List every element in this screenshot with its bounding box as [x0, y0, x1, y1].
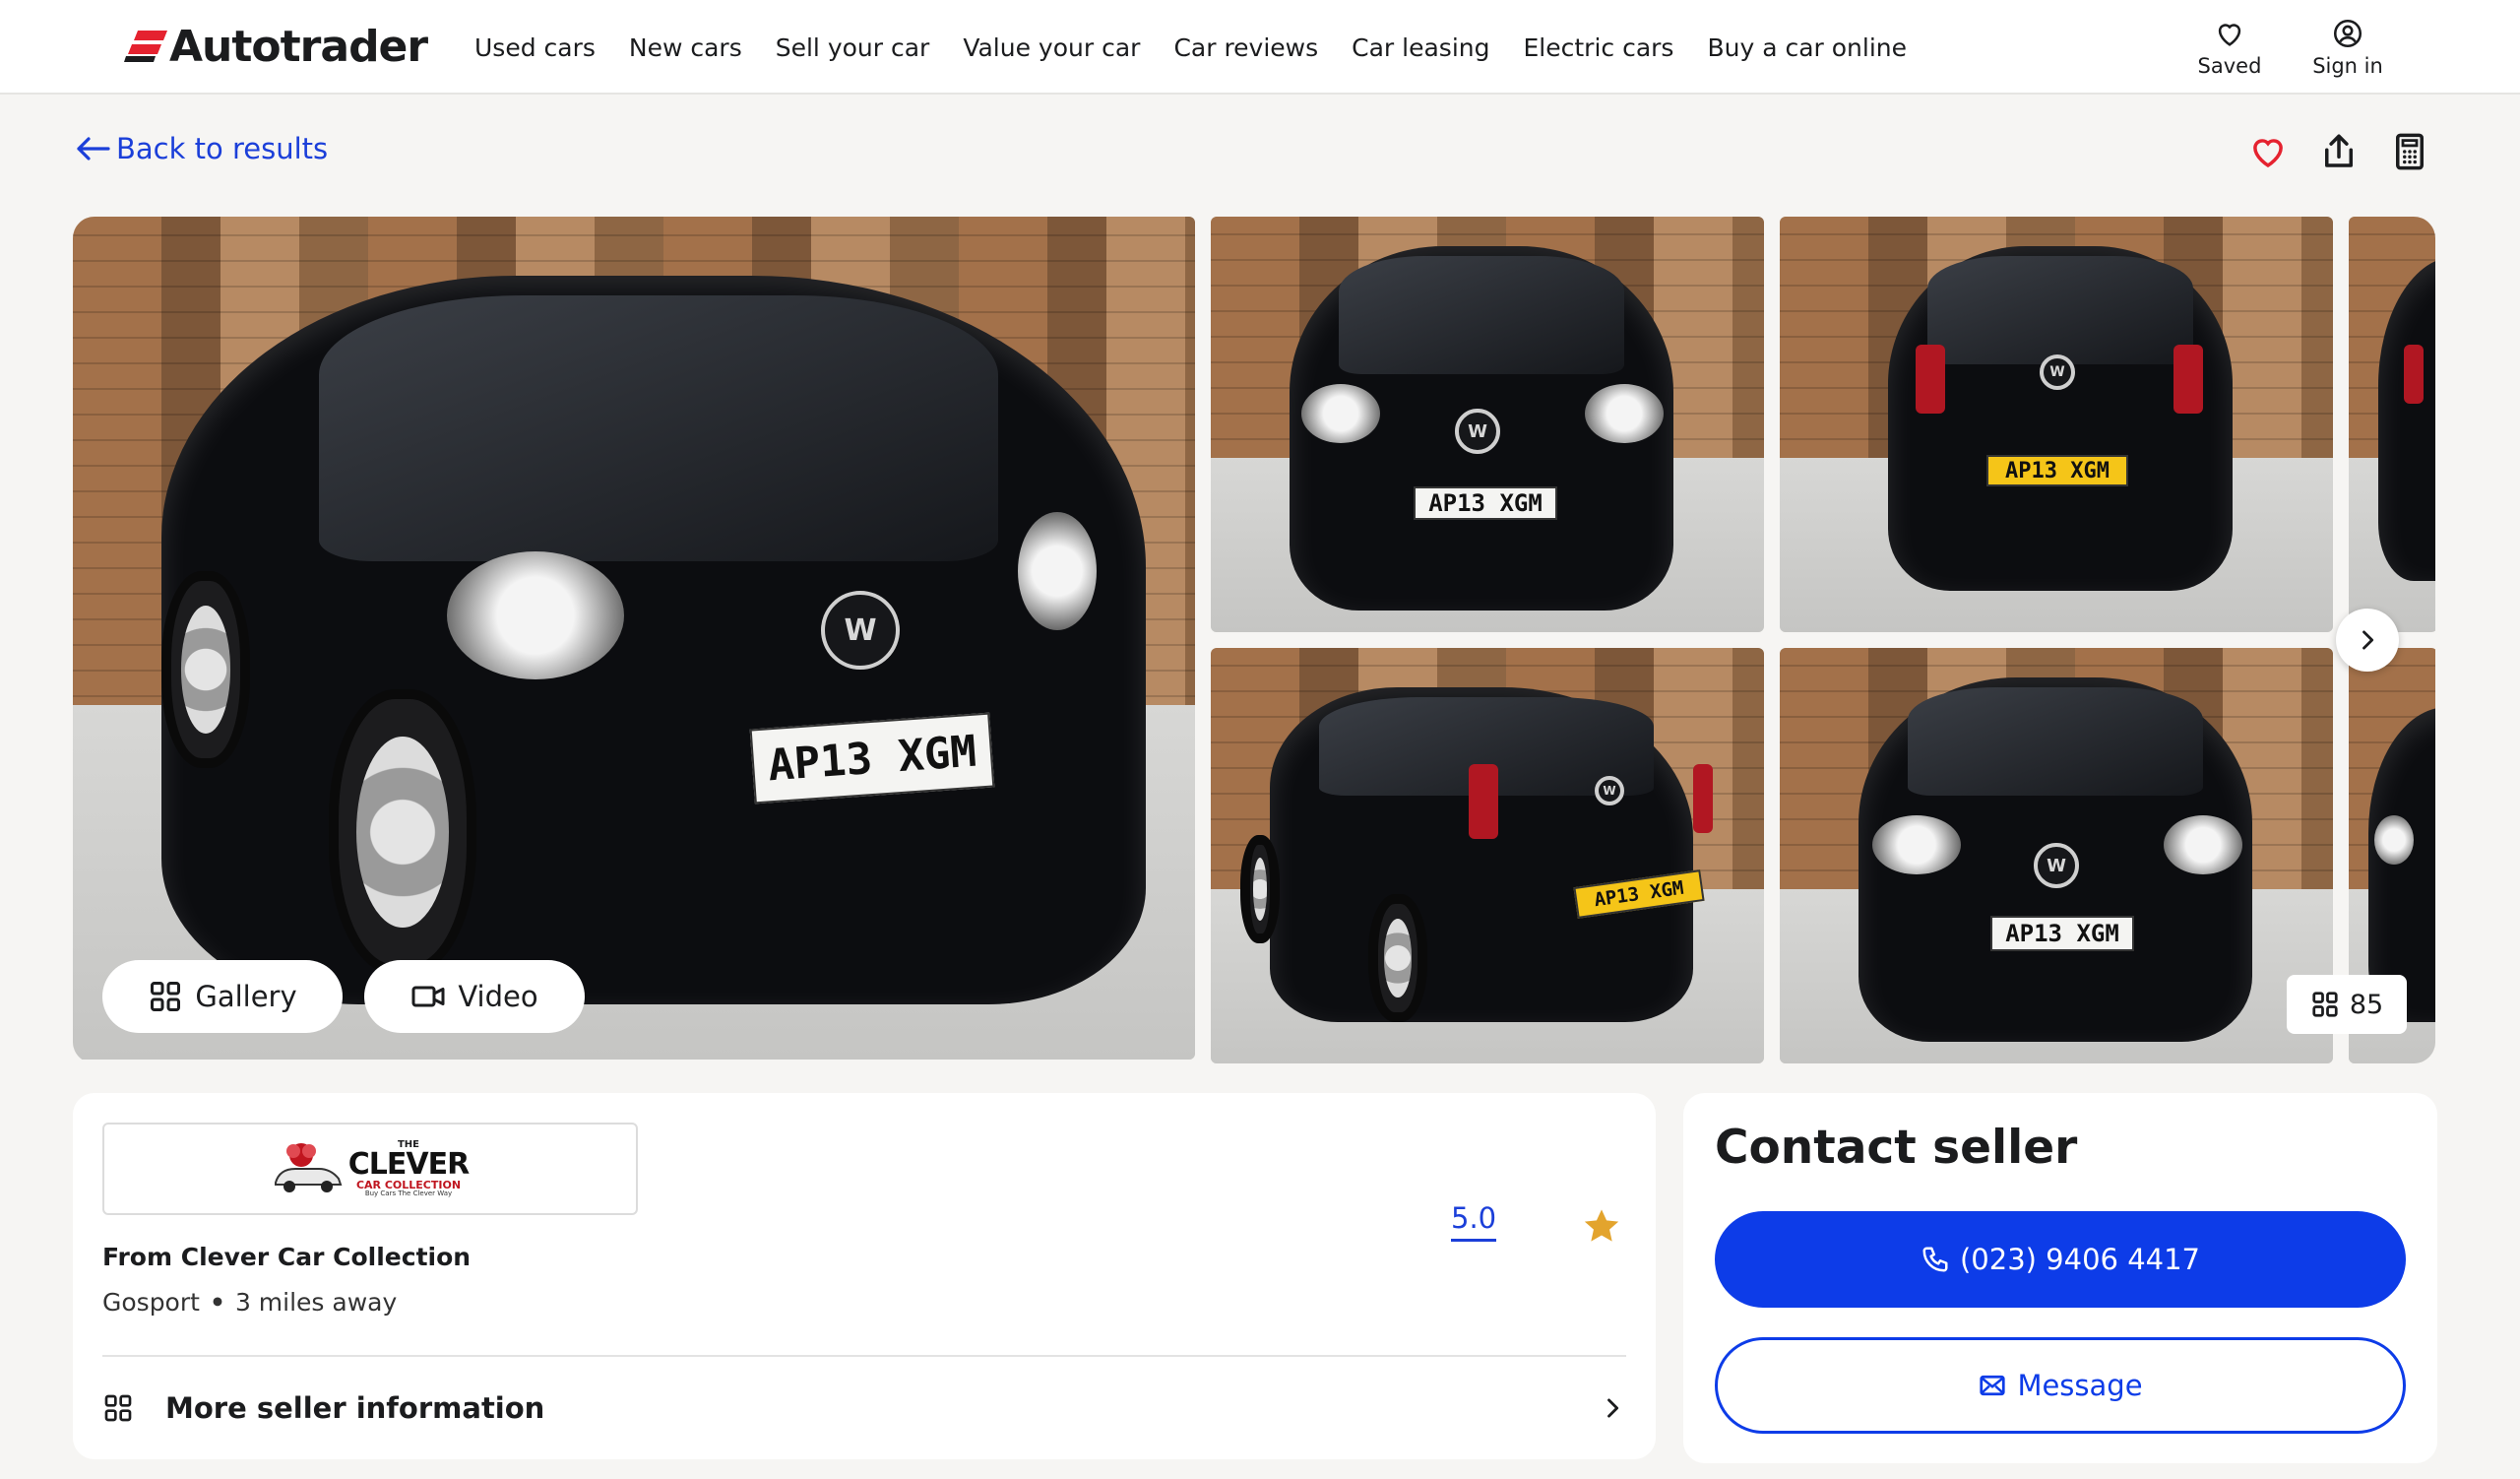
call-seller-button[interactable]: (023) 9406 4417 — [1715, 1211, 2406, 1308]
number-plate-front: AP13 XGM — [1414, 486, 1557, 520]
autotrader-logo-mark-icon — [124, 31, 167, 62]
vw-badge-icon: W — [1455, 409, 1500, 454]
more-seller-information-button[interactable]: More seller information — [102, 1361, 1626, 1455]
phone-number: (023) 9406 4417 — [1959, 1243, 2201, 1276]
phone-icon — [1922, 1247, 1948, 1272]
calculator-icon — [2396, 133, 2424, 170]
photo-count: 85 — [2349, 989, 2384, 1020]
message-seller-button[interactable]: Message — [1715, 1337, 2406, 1434]
seller-name: From Clever Car Collection — [102, 1243, 472, 1271]
back-to-results-label: Back to results — [116, 132, 329, 165]
video-camera-icon — [411, 986, 445, 1007]
seller-distance: 3 miles away — [234, 1288, 398, 1317]
share-button[interactable] — [2315, 128, 2362, 175]
chevron-right-icon — [2362, 630, 2374, 650]
number-plate-front: AP13 XGM — [1990, 916, 2134, 951]
vw-badge-icon: W — [2034, 843, 2079, 888]
gallery-button[interactable]: Gallery — [102, 960, 343, 1033]
heart-icon — [2253, 139, 2283, 168]
main-nav: Used cars New cars Sell your car Value y… — [474, 33, 1940, 62]
vw-badge-icon: W — [821, 591, 900, 670]
more-seller-information-label: More seller information — [165, 1391, 545, 1425]
message-label: Message — [2017, 1369, 2143, 1402]
main-vehicle-photo[interactable]: W AP13 XGM — [73, 217, 1195, 1060]
nav-car-leasing[interactable]: Car leasing — [1352, 33, 1489, 62]
sign-in-button[interactable]: Sign in — [2294, 10, 2402, 85]
user-circle-icon — [2333, 19, 2362, 48]
nav-used-cars[interactable]: Used cars — [474, 33, 596, 62]
vehicle-image-gallery: W AP13 XGM W AP13 XGM W AP13 XGM W AP13 … — [73, 217, 2435, 1063]
back-to-results-link[interactable]: Back to results — [75, 132, 328, 165]
divider — [102, 1355, 1626, 1357]
chevron-right-icon — [1607, 1398, 1619, 1418]
contact-seller-title: Contact seller — [1715, 1121, 2078, 1175]
nav-sell-your-car[interactable]: Sell your car — [776, 33, 930, 62]
grid-icon — [151, 982, 181, 1011]
thumbnail-front-high[interactable]: W AP13 XGM — [1780, 648, 2333, 1063]
seller-location: Gosport • 3 miles away — [102, 1288, 397, 1317]
top-navigation-bar: Autotrader Used cars New cars Sell your … — [0, 0, 2520, 95]
thumbnail-rear-side[interactable]: W AP13 XGM — [1211, 648, 1764, 1063]
vw-badge-icon: W — [1595, 776, 1624, 805]
nav-electric-cars[interactable]: Electric cars — [1524, 33, 1674, 62]
finance-calculator-button[interactable] — [2386, 128, 2433, 175]
saved-label: Saved — [2197, 54, 2262, 78]
seller-rating-link[interactable]: 5.0 — [1451, 1201, 1497, 1242]
heart-outline-icon — [2218, 24, 2241, 46]
seller-logo-line4: Buy Cars The Clever Way — [364, 1190, 453, 1197]
thumbnail-partial-top[interactable] — [2349, 217, 2435, 632]
envelope-icon — [1980, 1375, 2006, 1396]
vw-badge-icon: W — [2040, 354, 2075, 390]
nav-new-cars[interactable]: New cars — [629, 33, 742, 62]
seller-logo-line2: CLEVER — [347, 1147, 470, 1182]
arrow-left-icon — [77, 137, 110, 161]
separator-dot: • — [209, 1288, 225, 1317]
grid-icon — [104, 1394, 132, 1422]
video-button[interactable]: Video — [364, 960, 585, 1033]
sign-in-label: Sign in — [2312, 54, 2383, 78]
thumbnail-rear[interactable]: W AP13 XGM — [1780, 217, 2333, 632]
autotrader-logo-text: Autotrader — [169, 21, 428, 72]
gallery-label: Gallery — [195, 980, 297, 1013]
seller-town: Gosport — [102, 1288, 200, 1317]
seller-card: THE CLEVER CAR COLLECTION Buy Cars The C… — [73, 1093, 1656, 1459]
number-plate-rear: AP13 XGM — [1986, 455, 2128, 486]
share-icon — [2325, 134, 2353, 167]
saved-button[interactable]: Saved — [2175, 10, 2284, 85]
thumbnail-front[interactable]: W AP13 XGM — [1211, 217, 1764, 632]
nav-buy-a-car-online[interactable]: Buy a car online — [1707, 33, 1907, 62]
seller-logo-car-icon — [274, 1143, 343, 1192]
video-label: Video — [458, 980, 538, 1013]
gallery-next-button[interactable] — [2336, 609, 2399, 672]
nav-car-reviews[interactable]: Car reviews — [1173, 33, 1318, 62]
star-icon — [1584, 1209, 1619, 1242]
autotrader-logo[interactable]: Autotrader — [124, 21, 428, 72]
seller-logo[interactable]: THE CLEVER CAR COLLECTION Buy Cars The C… — [102, 1123, 638, 1215]
grid-icon — [2312, 992, 2338, 1017]
photo-count-badge[interactable]: 85 — [2287, 975, 2407, 1034]
favourite-button[interactable] — [2244, 128, 2292, 175]
nav-value-your-car[interactable]: Value your car — [963, 33, 1140, 62]
contact-seller-card: Contact seller (023) 9406 4417 Message — [1683, 1093, 2437, 1463]
